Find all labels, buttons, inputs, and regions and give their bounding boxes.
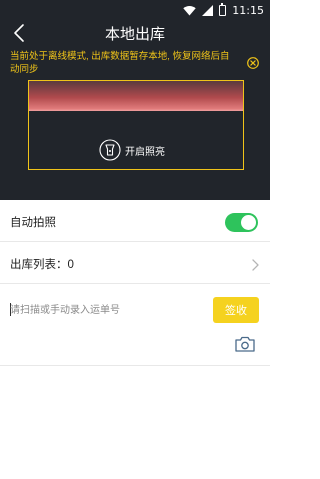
battery-icon <box>219 2 227 16</box>
torch-button[interactable]: 开启照亮 <box>99 139 165 161</box>
chevron-right-icon <box>252 259 259 271</box>
title-bar: 本地出库 <box>0 20 270 46</box>
torch-label: 开启照亮 <box>125 146 165 158</box>
scan-line <box>29 81 243 111</box>
wifi-icon <box>183 5 196 15</box>
outbound-list-row[interactable]: 出库列表：0 <box>0 242 270 284</box>
camera-row <box>0 322 270 366</box>
close-circle-icon[interactable] <box>246 56 260 70</box>
scanner-frame: 开启照亮 <box>28 80 244 170</box>
toggle-knob <box>241 215 256 230</box>
auto-photo-label: 自动拍照 <box>10 217 56 229</box>
auto-photo-row: 自动拍照 <box>0 200 270 242</box>
waybill-row: 签收 <box>0 284 270 323</box>
camera-icon[interactable] <box>234 334 256 354</box>
page-title: 本地出库 <box>104 26 165 43</box>
signal-icon <box>202 4 214 16</box>
waybill-input[interactable] <box>10 301 200 319</box>
sign-button[interactable]: 签收 <box>213 297 259 323</box>
flashlight-icon <box>99 139 121 161</box>
outbound-list-count: 0 <box>67 259 74 271</box>
auto-photo-toggle[interactable] <box>225 213 258 232</box>
offline-notice: 当前处于离线模式, 出库数据暂存本地, 恢复网络后自动同步 <box>10 51 230 75</box>
status-time: 11:15 <box>232 3 264 17</box>
status-icons: 11:15 <box>183 2 264 17</box>
status-bar: 11:15 <box>0 0 270 20</box>
outbound-list-label: 出库列表：0 <box>10 259 74 271</box>
